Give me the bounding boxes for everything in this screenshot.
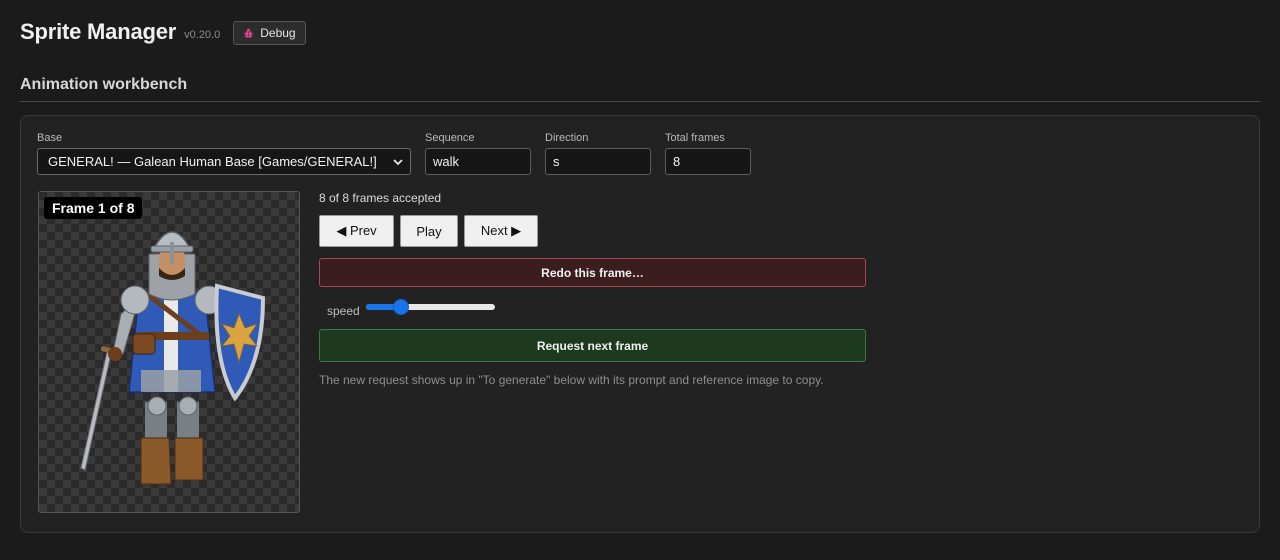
base-select[interactable]: GENERAL! — Galean Human Base [Games/GENE… (37, 148, 411, 175)
sprite-preview: Frame 1 of 8 (38, 191, 300, 513)
sequence-input[interactable] (425, 148, 531, 175)
play-button-label: Play (416, 223, 442, 239)
direction-input[interactable] (545, 148, 651, 175)
app-title: Sprite Manager (20, 18, 177, 44)
debug-button[interactable]: Debug (233, 21, 306, 45)
play-button[interactable]: Play (400, 215, 458, 247)
speed-slider[interactable] (366, 299, 495, 315)
redo-frame-label: Redo this frame… (541, 265, 644, 280)
knight-sprite (80, 231, 266, 485)
workbench-panel: Base GENERAL! — Galean Human Base [Games… (20, 115, 1260, 533)
bug-icon (244, 28, 254, 38)
debug-button-label: Debug (260, 26, 296, 40)
version-label: v0.20.0 (184, 28, 221, 41)
next-button-label: Next ▶ (480, 223, 522, 238)
total-frames-input[interactable] (665, 148, 751, 175)
direction-field: Direction (545, 132, 651, 175)
request-hint: The new request shows up in "To generate… (319, 373, 824, 387)
sequence-label: Sequence (425, 132, 475, 144)
prev-button-label: ◀ Prev (336, 223, 377, 238)
base-field: Base GENERAL! — Galean Human Base [Games… (37, 132, 411, 175)
total-frames-label: Total frames (665, 132, 725, 144)
direction-label: Direction (545, 132, 589, 144)
next-button[interactable]: Next ▶ (464, 215, 538, 247)
request-next-frame-button[interactable]: Request next frame (319, 329, 866, 362)
chevron-down-icon (393, 158, 403, 165)
section-title: Animation workbench (20, 76, 188, 93)
base-select-value: GENERAL! — Galean Human Base [Games/GENE… (48, 154, 377, 169)
redo-frame-button[interactable]: Redo this frame… (319, 258, 866, 287)
speed-slider-track (366, 304, 495, 310)
base-label: Base (37, 132, 63, 144)
total-frames-field: Total frames (665, 132, 751, 175)
sequence-field: Sequence (425, 132, 531, 175)
app-header: Sprite Manager v0.20.0 Debug (20, 18, 306, 45)
prev-button[interactable]: ◀ Prev (319, 215, 394, 247)
speed-slider-thumb[interactable] (392, 299, 409, 315)
speed-label: speed (327, 304, 360, 318)
frames-status: 8 of 8 frames accepted (319, 191, 442, 205)
request-next-frame-label: Request next frame (536, 338, 649, 353)
section-divider (20, 101, 1260, 102)
frame-badge: Frame 1 of 8 (44, 197, 143, 219)
